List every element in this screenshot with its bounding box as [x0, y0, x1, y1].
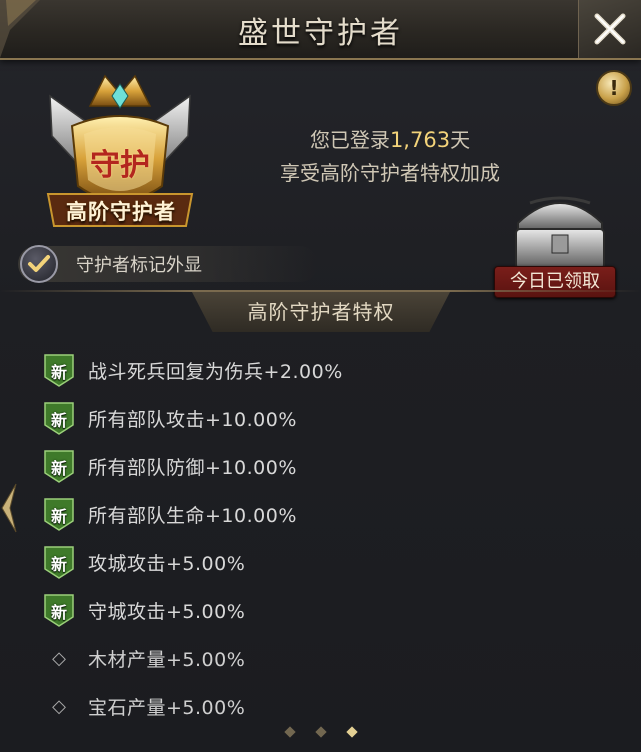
new-badge-label: 新 [50, 555, 67, 574]
new-badge-label: 新 [50, 459, 67, 478]
privileges-header: 高阶守护者特权 [192, 292, 450, 332]
privilege-text: 战斗死兵回复为伤兵+2.00% [88, 360, 343, 383]
mark-toggle-label: 守护者标记外显 [76, 255, 202, 276]
privilege-item: 新 攻城攻击+5.00% [44, 542, 544, 582]
guardian-mark-toggle[interactable]: 守护者标记外显 [18, 245, 318, 283]
login-suffix: 天 [450, 128, 471, 152]
title-bar: 盛世守护者 [0, 0, 641, 60]
close-x-icon [594, 13, 626, 45]
page-indicator [284, 724, 358, 740]
claimed-today-badge: 今日已领取 [494, 266, 616, 298]
new-badge-label: 新 [50, 603, 67, 622]
exclamation-icon: ! [609, 76, 619, 100]
info-button[interactable]: ! [596, 70, 632, 106]
emblem-center-text: 守护 [90, 148, 150, 183]
privilege-item: ◇ 木材产量+5.00% [44, 638, 544, 678]
treasure-chest-icon[interactable] [500, 183, 620, 273]
diamond-bullet-icon: ◇ [52, 695, 66, 717]
login-days-text: 您已登录1,763天 [240, 124, 540, 153]
privilege-text: 所有部队生命+10.00% [88, 504, 297, 527]
login-prefix: 您已登录 [309, 128, 390, 152]
privilege-item: 新 战斗死兵回复为伤兵+2.00% [44, 350, 544, 390]
new-badge-label: 新 [50, 363, 67, 382]
mark-checkbox[interactable] [20, 245, 58, 283]
login-days-value: 1,763 [389, 128, 451, 152]
page-dot[interactable] [315, 726, 327, 738]
close-button[interactable] [578, 0, 641, 58]
new-badge-label: 新 [50, 411, 67, 430]
privilege-text: 攻城攻击+5.00% [88, 552, 246, 575]
diamond-bullet-icon: ◇ [52, 647, 66, 669]
new-badge-icon: 新 [44, 353, 74, 387]
window-title: 盛世守护者 [238, 16, 403, 51]
new-badge-icon: 新 [44, 449, 74, 483]
privilege-text: 木材产量+5.00% [88, 648, 246, 671]
privilege-text: 所有部队攻击+10.00% [88, 408, 297, 431]
previous-page-arrow-icon[interactable] [0, 482, 18, 534]
new-badge-icon: 新 [44, 401, 74, 435]
guardian-panel: 盛世守护者 ! 守护 高阶守护者 您已登录1,763天 享受高阶守护者特权加成 … [0, 0, 641, 752]
page-dot-active[interactable] [346, 726, 358, 738]
privilege-text: 宝石产量+5.00% [88, 696, 246, 719]
privilege-item: 新 守城攻击+5.00% [44, 590, 544, 630]
page-dot[interactable] [284, 726, 296, 738]
privilege-item: 新 所有部队防御+10.00% [44, 446, 544, 486]
new-badge-icon: 新 [44, 593, 74, 627]
section-divider [0, 290, 641, 292]
new-badge-icon: 新 [44, 497, 74, 531]
privilege-text: 所有部队防御+10.00% [88, 456, 297, 479]
checkmark-icon [28, 255, 50, 272]
privilege-item: ◇ 宝石产量+5.00% [44, 686, 544, 726]
guardian-rank-label: 高阶守护者 [66, 200, 176, 224]
privilege-bonus-text: 享受高阶守护者特权加成 [280, 161, 500, 185]
privilege-item: 新 所有部队生命+10.00% [44, 494, 544, 534]
new-badge-icon: 新 [44, 545, 74, 579]
new-badge-label: 新 [50, 507, 67, 526]
privilege-text: 守城攻击+5.00% [88, 600, 246, 623]
privilege-item: 新 所有部队攻击+10.00% [44, 398, 544, 438]
